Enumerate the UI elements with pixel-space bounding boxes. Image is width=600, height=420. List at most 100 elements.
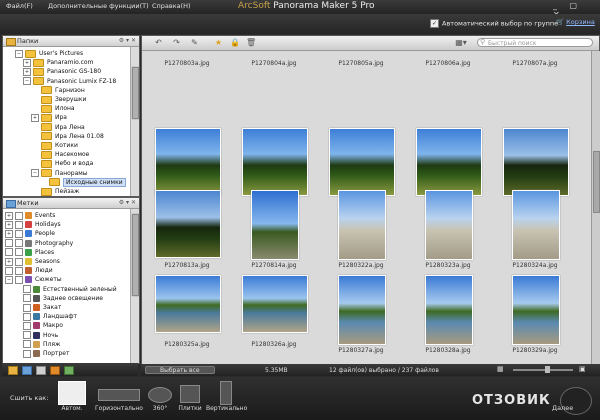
star-icon[interactable]: ★ xyxy=(214,38,223,47)
expand-icon[interactable]: + xyxy=(31,113,39,122)
zoom-slider[interactable] xyxy=(513,369,573,371)
tag-checkbox[interactable] xyxy=(23,349,31,358)
tag-checkbox[interactable] xyxy=(23,340,31,349)
select-all-button[interactable]: Выбрать все xyxy=(145,366,215,374)
photo-image[interactable] xyxy=(512,190,560,260)
photo-image[interactable] xyxy=(338,190,386,260)
rename-icon[interactable] xyxy=(50,366,60,375)
delete-icon[interactable] xyxy=(36,366,46,375)
expand-icon[interactable]: − xyxy=(15,49,23,58)
browser-scrollbar[interactable] xyxy=(591,51,600,365)
photo-image[interactable] xyxy=(338,275,386,345)
expand-icon[interactable]: + xyxy=(23,58,31,67)
expand-icon[interactable] xyxy=(5,239,13,248)
tag-checkbox[interactable] xyxy=(15,275,23,284)
refresh-icon[interactable] xyxy=(64,366,74,375)
rotate-left-icon[interactable]: ↶ xyxy=(154,38,163,47)
auto-group-checkbox[interactable]: ✓ Автоматический выбор по группе xyxy=(430,19,558,28)
photo-image[interactable] xyxy=(425,275,473,345)
expand-icon[interactable]: + xyxy=(5,257,13,266)
tag-checkbox[interactable] xyxy=(23,331,31,340)
tag-checkbox[interactable] xyxy=(15,220,23,229)
tag-checkbox[interactable] xyxy=(23,312,31,321)
photo-image[interactable] xyxy=(155,275,221,333)
tag-item[interactable]: Закат xyxy=(13,303,61,312)
photo-image[interactable] xyxy=(503,128,569,196)
panel-options-icon[interactable]: ⚙ ▾ ✕ xyxy=(119,198,136,208)
tag-item[interactable]: Портрет xyxy=(13,349,69,358)
folder-item[interactable]: Ира Лена xyxy=(31,123,85,132)
expand-icon[interactable] xyxy=(5,248,13,257)
mode-tiles-button[interactable]: Плитки xyxy=(178,381,202,412)
expand-icon[interactable]: + xyxy=(5,220,13,229)
folder-item[interactable]: Насекомое xyxy=(31,150,89,159)
tag-item[interactable]: Пляж xyxy=(13,340,60,349)
folder-item[interactable]: Гарнизон xyxy=(31,86,85,95)
expand-icon[interactable]: + xyxy=(5,211,13,220)
expand-icon[interactable]: + xyxy=(5,229,13,238)
folder-item[interactable]: Ира Лена 01.08 xyxy=(31,132,104,141)
folder-item[interactable]: Пейзаж xyxy=(31,187,79,196)
tag-item[interactable]: Макро xyxy=(13,321,63,330)
tag-checkbox[interactable] xyxy=(23,294,31,303)
folder-item[interactable]: − Panasonic Lumix FZ-18 xyxy=(23,77,116,86)
tag-checkbox[interactable] xyxy=(23,285,31,294)
mode-360-button[interactable]: 360° xyxy=(146,381,174,412)
folder-item[interactable]: + Panaramio.com xyxy=(23,58,93,67)
photo-image[interactable] xyxy=(155,190,221,258)
cart-button[interactable]: 🛒 Корзина xyxy=(556,18,595,26)
menu-file[interactable]: Файл(F) xyxy=(6,2,33,10)
tag-item[interactable]: Ландшафт xyxy=(13,312,77,321)
photo-image[interactable] xyxy=(512,275,560,345)
tag-item[interactable]: Заднее освещение xyxy=(13,294,103,303)
tag-item[interactable]: Ночь xyxy=(13,331,58,340)
menu-help[interactable]: Справка(H) xyxy=(152,2,191,10)
folder-item[interactable]: − Панорамы xyxy=(31,169,88,178)
search-input[interactable]: Быстрый поиск xyxy=(477,38,593,47)
new-folder-icon[interactable] xyxy=(8,366,18,375)
photo-image[interactable] xyxy=(251,190,299,260)
view-mode-icon[interactable]: ▦▾ xyxy=(454,38,468,47)
trash-icon[interactable]: 🗑 xyxy=(246,38,256,47)
photo-image[interactable] xyxy=(425,190,473,260)
tag-item[interactable]: + Events xyxy=(5,211,55,220)
photo-image[interactable] xyxy=(242,128,308,196)
folder-item[interactable]: + Panasonic GS-180 xyxy=(23,67,101,76)
tag-checkbox[interactable] xyxy=(15,266,23,275)
tag-item[interactable]: Places xyxy=(5,248,54,257)
tag-item[interactable]: Люди xyxy=(5,266,53,275)
tag-item[interactable]: + People xyxy=(5,229,55,238)
expand-icon[interactable]: − xyxy=(31,169,39,178)
zoom-slider-handle[interactable] xyxy=(545,366,550,373)
add-tag-icon[interactable] xyxy=(22,366,32,375)
grid-size-icon[interactable]: ▦ xyxy=(497,365,504,373)
next-button[interactable]: Далее xyxy=(552,404,573,412)
large-thumbnail-icon[interactable]: ▣ xyxy=(579,365,586,373)
menu-tools[interactable]: Дополнительные функции(T) xyxy=(48,2,149,10)
photo-image[interactable] xyxy=(242,275,308,333)
photo-image[interactable] xyxy=(329,128,395,196)
mode-horizontal-button[interactable]: Горизонтально xyxy=(94,381,144,412)
folder-item[interactable]: Зверушки xyxy=(31,95,86,104)
rotate-right-icon[interactable]: ↷ xyxy=(172,38,181,47)
folder-item[interactable]: + Ира xyxy=(31,113,67,122)
expand-icon[interactable] xyxy=(5,266,13,275)
folder-item[interactable]: − User's Pictures xyxy=(15,49,83,58)
expand-icon[interactable]: + xyxy=(23,67,31,76)
folder-item[interactable]: Исходные снимки xyxy=(39,177,126,187)
edit-icon[interactable]: ✎ xyxy=(190,38,199,47)
tag-checkbox[interactable] xyxy=(15,248,23,257)
panel-options-icon[interactable]: ⚙ ▾ ✕ xyxy=(119,36,136,46)
tag-checkbox[interactable] xyxy=(23,303,31,312)
tag-checkbox[interactable] xyxy=(15,229,23,238)
mode-vertical-button[interactable]: Вертикально xyxy=(206,381,247,412)
tag-checkbox[interactable] xyxy=(23,321,31,330)
tag-item[interactable]: + Seasons xyxy=(5,257,60,266)
folder-item[interactable]: Небо и вода xyxy=(31,159,93,168)
tag-checkbox[interactable] xyxy=(15,239,23,248)
tag-checkbox[interactable] xyxy=(15,257,23,266)
photo-image[interactable] xyxy=(155,128,221,196)
expand-icon[interactable]: − xyxy=(5,275,13,284)
folder-item[interactable]: Котики xyxy=(31,141,78,150)
folders-scrollbar[interactable] xyxy=(130,47,139,196)
